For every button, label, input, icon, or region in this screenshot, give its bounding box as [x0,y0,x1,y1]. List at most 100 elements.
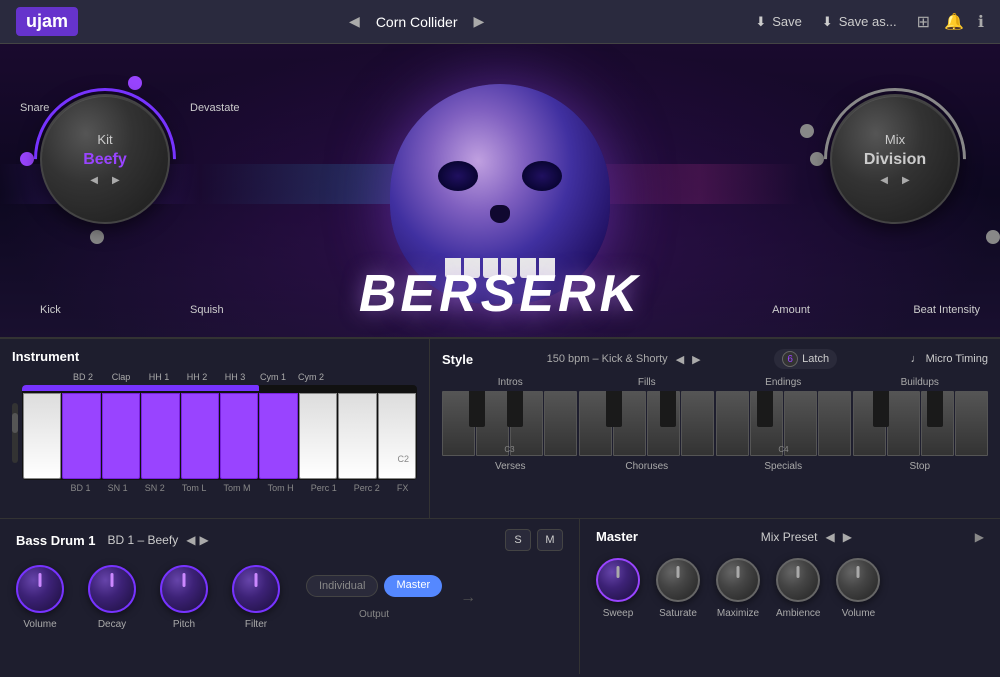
save-button[interactable]: ⬇ Save [755,14,802,30]
micro-timing-button[interactable]: ♩ Micro Timing [911,353,988,365]
saturate-knob[interactable] [656,558,700,602]
cat-intros: Intros [442,377,579,388]
top-actions: ⬇ Save ⬇ Save as... ⊞ 🔔 ℹ [755,12,984,32]
pitch-knob[interactable] [160,565,208,613]
mix-knob[interactable]: Mix Division ◀ ▶ [830,94,960,224]
white-key-active-3[interactable] [141,393,179,479]
decay-knob-wrap: Decay [88,565,136,630]
inst-bottom-tomh: Tom H [268,483,294,493]
latch-label: Latch [802,353,829,365]
skull-left-eye [438,161,478,191]
prev-preset-arrow[interactable]: ◀ [345,11,364,32]
volume-knob[interactable] [16,565,64,613]
decay-label: Decay [98,619,126,630]
collapse-arrow[interactable]: ▶ [975,530,984,544]
bass-drum-prev-arrow[interactable]: ◀ [186,533,195,547]
filter-knob[interactable] [232,565,280,613]
white-key-4[interactable] [378,393,416,479]
mix-left-dot2[interactable] [810,152,824,166]
inst-label-hh3: HH 3 [216,372,254,382]
style-next-arrow[interactable]: ▶ [692,353,700,366]
ambience-label: Ambience [776,608,820,619]
ambience-knob-wrap: Ambience [776,558,820,619]
filter-label: Filter [245,619,267,630]
white-key-2[interactable] [299,393,337,479]
master-title: Master [596,529,638,544]
inst-label-hh1: HH 1 [140,372,178,382]
squish-label: Squish [190,304,224,316]
latch-button[interactable]: 6 Latch [774,349,837,369]
kit-knob-container: Kit Beefy ◀ ▶ [40,94,170,224]
kit-bottom-dot[interactable] [90,230,104,244]
cat-specials: Specials [715,461,852,472]
style-section: Style 150 bpm – Kick & Shorty ◀ ▶ 6 Latc… [430,339,1000,518]
style-prev-arrow[interactable]: ◀ [676,353,684,366]
instrument-title: Instrument [12,349,417,364]
top-center: ◀ Corn Collider ▶ [345,11,488,32]
maximize-knob[interactable] [716,558,760,602]
style-keys-buildups[interactable] [853,391,988,456]
white-key-active-4[interactable] [181,393,219,479]
fullscreen-icon[interactable]: ⊞ [917,12,930,32]
mix-preset-next[interactable]: ▶ [843,530,852,544]
inst-label-cym2: Cym 2 [292,372,330,382]
kit-knob[interactable]: Kit Beefy ◀ ▶ [40,94,170,224]
master-volume-knob[interactable] [836,558,880,602]
white-key-1[interactable] [23,393,61,479]
inst-bottom-tomm: Tom M [223,483,250,493]
master-knobs: Sweep Saturate Maximize Ambience Volume [596,558,984,619]
maximize-knob-wrap: Maximize [716,558,760,619]
white-key-active-2[interactable] [102,393,140,479]
next-preset-arrow[interactable]: ▶ [470,11,489,32]
sweep-knob[interactable] [596,558,640,602]
kit-top-dot[interactable] [128,76,142,90]
bass-drum-preset-name: BD 1 – Beefy [107,533,178,547]
white-key-active-5[interactable] [220,393,258,479]
white-key-active-6[interactable] [259,393,297,479]
panel-bottom-row: Bass Drum 1 BD 1 – Beefy ◀ ▶ S M [0,519,1000,674]
maximize-label: Maximize [717,608,759,619]
mix-left-dot[interactable] [800,124,814,138]
inst-bottom-fx: FX [397,483,409,493]
bass-drum-knobs: Volume Decay Pitch Filter [16,565,280,630]
ambience-knob[interactable] [776,558,820,602]
s-button[interactable]: S [505,529,531,551]
info-icon[interactable]: ℹ [978,12,984,32]
master-volume-label: Volume [842,608,875,619]
kit-left-dot[interactable] [20,152,34,166]
save-as-icon: ⬇ [822,14,833,30]
saturate-knob-wrap: Saturate [656,558,700,619]
bass-drum-next-arrow[interactable]: ▶ [199,533,208,547]
cat-choruses: Choruses [579,461,716,472]
saturate-label: Saturate [659,608,697,619]
save-as-button[interactable]: ⬇ Save as... [822,14,897,30]
kick-label: Kick [40,304,61,316]
white-key-3[interactable] [338,393,376,479]
sm-buttons: S M [505,529,563,551]
sweep-label: Sweep [603,608,634,619]
c2-label: C2 [397,454,409,464]
ujam-logo: ujam [16,7,78,36]
inst-label-hh2: HH 2 [178,372,216,382]
style-keys-intros[interactable]: C3 [442,391,577,456]
m-button[interactable]: M [537,529,563,551]
bell-icon[interactable]: 🔔 [944,12,964,32]
style-keys-endings[interactable]: C4 [716,391,851,456]
inst-bottom-perc1: Perc 1 [311,483,337,493]
master-button[interactable]: Master [384,575,442,597]
white-key-active-1[interactable] [62,393,100,479]
master-volume-knob-wrap: Volume [836,558,880,619]
instrument-section: Instrument BD 2 Clap HH 1 HH 2 HH 3 Cym … [0,339,430,518]
inst-bottom-perc2: Perc 2 [354,483,380,493]
cat-buildups: Buildups [852,377,989,388]
micro-timing-icon: ♩ [911,353,922,365]
mix-preset-prev[interactable]: ◀ [825,530,834,544]
style-keys-fills[interactable] [579,391,714,456]
individual-button[interactable]: Individual [306,575,378,597]
decay-knob[interactable] [88,565,136,613]
skull-right-eye [522,161,562,191]
mix-bottom-dot[interactable] [986,230,1000,244]
keyboard[interactable]: C2 [22,385,417,480]
preset-name: Corn Collider [376,14,458,30]
micro-timing-label: Micro Timing [926,353,988,365]
